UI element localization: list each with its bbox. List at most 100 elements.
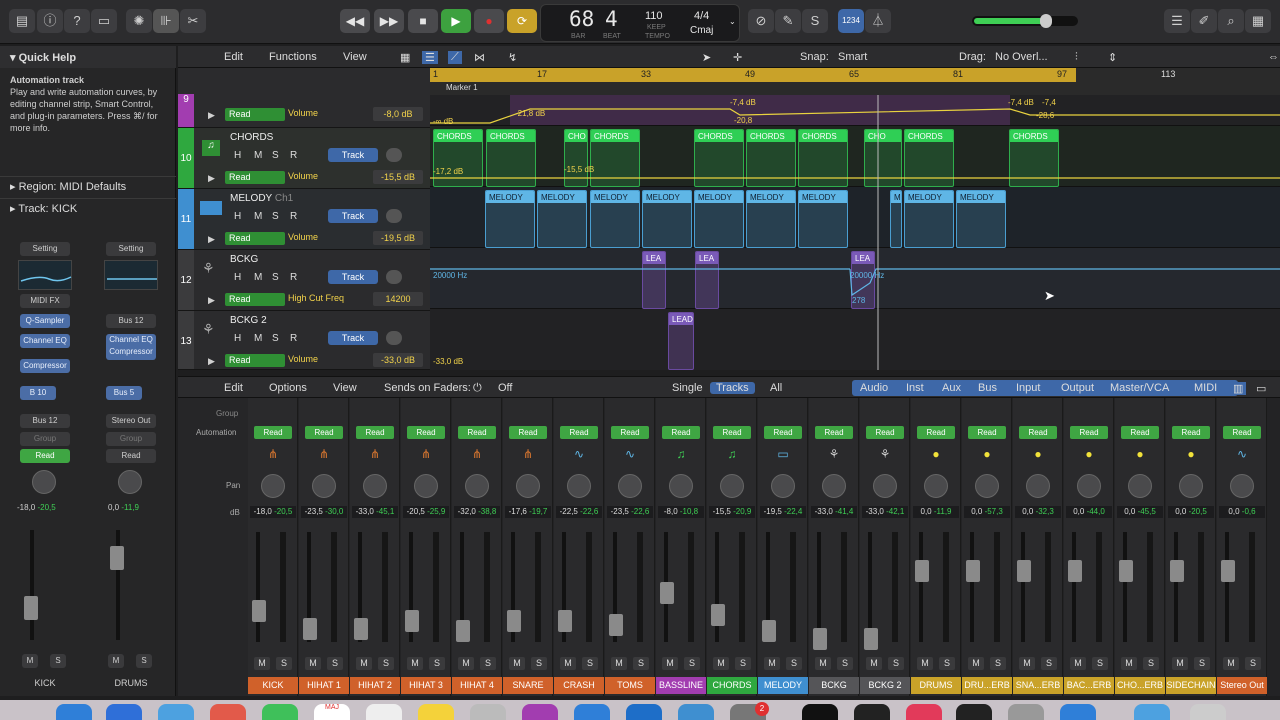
- solo-button[interactable]: S: [735, 657, 751, 670]
- functions-menu[interactable]: Functions: [269, 51, 317, 63]
- list-icon[interactable]: ☰: [1164, 9, 1190, 33]
- pan-knob-2[interactable]: [118, 470, 142, 494]
- track-header-10[interactable]: 10 ♫ CHORDS H M S R Track ▶ Read Volume …: [178, 128, 430, 189]
- channel-name[interactable]: BCKG 2: [860, 677, 910, 694]
- solo-button[interactable]: S: [1092, 657, 1108, 670]
- fader-cap[interactable]: [864, 628, 878, 650]
- pan-knob[interactable]: [771, 474, 795, 498]
- db-readout[interactable]: 0,0 -57,3: [964, 506, 1010, 518]
- fader-cap[interactable]: [966, 560, 980, 582]
- pan-knob[interactable]: [414, 474, 438, 498]
- browser-icon[interactable]: ▦: [1245, 9, 1271, 33]
- solo-button[interactable]: S: [837, 657, 853, 670]
- fader-cap[interactable]: [354, 618, 368, 640]
- volume-fader[interactable]: [30, 530, 34, 640]
- automation-mode[interactable]: Read: [356, 426, 394, 439]
- db-readout[interactable]: -33,0 -41,4: [811, 506, 857, 518]
- fader-cap[interactable]: [252, 600, 266, 622]
- db-readout[interactable]: -32,0 -38,8: [454, 506, 500, 518]
- fader-cap[interactable]: [1119, 560, 1133, 582]
- mute-button[interactable]: M: [662, 657, 678, 670]
- fader-cap[interactable]: [507, 610, 521, 632]
- wide-strips-icon[interactable]: ▭: [1256, 382, 1266, 395]
- solo-button[interactable]: S: [786, 657, 802, 670]
- pan-knob[interactable]: [1077, 474, 1101, 498]
- launchpad-icon[interactable]: [470, 704, 506, 720]
- db-readout[interactable]: 0,0 -44,0: [1066, 506, 1112, 518]
- db-readout[interactable]: -23,5 -22,6: [607, 506, 653, 518]
- solo-button[interactable]: S: [990, 657, 1006, 670]
- mute-button[interactable]: M: [611, 657, 627, 670]
- mute-button[interactable]: M: [254, 657, 270, 670]
- solo-button[interactable]: S: [327, 657, 343, 670]
- record-enable-button[interactable]: R: [290, 272, 297, 283]
- automation-mode[interactable]: Read: [815, 426, 853, 439]
- smart-controls-icon[interactable]: ✺: [126, 9, 152, 33]
- hide-button[interactable]: H: [234, 211, 241, 222]
- flex-icon[interactable]: ⋈: [474, 51, 485, 64]
- fader-cap-2[interactable]: [110, 546, 124, 570]
- midi-fx-slot[interactable]: MIDI FX: [20, 294, 70, 308]
- downloads-folder-icon[interactable]: [1134, 704, 1170, 720]
- channel-strip[interactable]: Read ⚘ -33,0 -42,1 M S BCKG 2: [860, 398, 910, 696]
- grid-icon[interactable]: ▦: [400, 51, 410, 64]
- solo-button[interactable]: S: [582, 657, 598, 670]
- automation-mode[interactable]: Read: [509, 426, 547, 439]
- filter-output[interactable]: Output: [1061, 382, 1094, 394]
- channel-strip[interactable]: Read ⋔ -33,0 -45,1 M S HIHAT 2: [350, 398, 400, 696]
- record-button[interactable]: ●: [474, 9, 504, 33]
- mute-button-2[interactable]: M: [108, 654, 124, 668]
- track-header-12[interactable]: 12 ⚘ BCKG H M S R Track ▶ Read High Cut …: [178, 250, 430, 311]
- automation-mode[interactable]: Read: [407, 426, 445, 439]
- filter-audio[interactable]: Audio: [860, 382, 888, 394]
- editors-icon[interactable]: ✂: [180, 9, 206, 33]
- marker-lane[interactable]: Marker 1: [430, 82, 1280, 95]
- db-readout[interactable]: 0,0 -11,9: [913, 506, 959, 518]
- track-name[interactable]: CHORDS: [230, 132, 273, 143]
- mute-button[interactable]: M: [866, 657, 882, 670]
- record-enable-button[interactable]: R: [290, 333, 297, 344]
- list-view-icon[interactable]: ☰: [422, 51, 438, 64]
- channel-name[interactable]: BAC...ERB: [1064, 677, 1114, 694]
- solo-button[interactable]: S: [939, 657, 955, 670]
- automation-mode[interactable]: Read: [1070, 426, 1108, 439]
- mixer-icon[interactable]: ⊪: [153, 9, 179, 33]
- mute-button[interactable]: M: [1172, 657, 1188, 670]
- mute-button[interactable]: M: [917, 657, 933, 670]
- channel-name[interactable]: DRU...ERB: [962, 677, 1012, 694]
- db-readout[interactable]: -15,5 -20,9: [709, 506, 755, 518]
- play-button[interactable]: ▶: [441, 9, 471, 33]
- mute-button[interactable]: M: [815, 657, 831, 670]
- output-slot[interactable]: Bus 12: [20, 414, 70, 428]
- automation-track-button[interactable]: Track: [328, 209, 378, 223]
- db-readout[interactable]: 0,0 -0,6: [1219, 506, 1265, 518]
- volume-fader[interactable]: [817, 532, 821, 642]
- mute-button[interactable]: M: [509, 657, 525, 670]
- automation-mode[interactable]: Read: [1121, 426, 1159, 439]
- fader-cap[interactable]: [1068, 560, 1082, 582]
- terminal-icon[interactable]: [956, 704, 992, 720]
- finder-icon[interactable]: [56, 704, 92, 720]
- fader-cap[interactable]: [1017, 560, 1031, 582]
- filter-bus[interactable]: Bus: [978, 382, 997, 394]
- bar-ruler[interactable]: 1 17 33 49 65 81 97 113: [430, 68, 1280, 82]
- channel-name[interactable]: HIHAT 2: [350, 677, 400, 694]
- automation-mode[interactable]: Read: [560, 426, 598, 439]
- automation-mode[interactable]: Read: [225, 354, 285, 367]
- pan-knob[interactable]: [873, 474, 897, 498]
- track-name[interactable]: BCKG: [230, 254, 258, 265]
- mute-button[interactable]: M: [407, 657, 423, 670]
- automation-param[interactable]: Volume: [288, 171, 318, 181]
- eq-thumbnail[interactable]: [18, 260, 72, 290]
- pan-knob[interactable]: [975, 474, 999, 498]
- fader-cap[interactable]: [813, 628, 827, 650]
- drag-select[interactable]: No Overl...: [995, 51, 1048, 63]
- hide-button[interactable]: H: [234, 333, 241, 344]
- solo-button[interactable]: S: [429, 657, 445, 670]
- pan-knob[interactable]: [720, 474, 744, 498]
- channel-strip[interactable]: Read ● 0,0 -44,0 M S BAC...ERB: [1064, 398, 1114, 696]
- solo-button[interactable]: S: [378, 657, 394, 670]
- mute-button[interactable]: M: [764, 657, 780, 670]
- filter-inst[interactable]: Inst: [906, 382, 924, 394]
- crosshair-tool-icon[interactable]: ✛: [733, 51, 742, 64]
